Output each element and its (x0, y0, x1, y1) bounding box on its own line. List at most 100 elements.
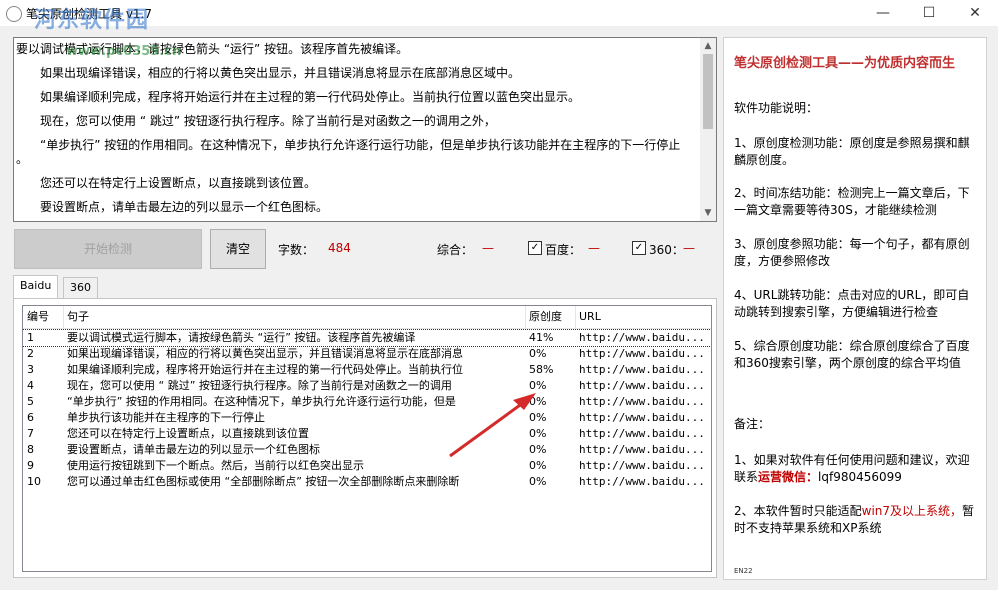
info-panel: 笔尖原创检测工具——为优质内容而生 软件功能说明： 1、原创度检测功能：原创度是… (723, 37, 987, 580)
baidu-checkbox[interactable]: ✓ (528, 241, 542, 255)
row-num: 8 (27, 443, 34, 456)
table-row[interactable]: 8 要设置断点，请单击最左边的列以显示一个红色图标 0% http://www.bai… (23, 442, 711, 458)
editor-scrollbar[interactable]: ▲ ▼ (700, 38, 716, 221)
row-url[interactable]: http://www.baidu... (579, 458, 709, 474)
row-url[interactable]: http://www.baidu... (579, 442, 709, 458)
column-header-sentence[interactable]: 句子 (63, 306, 526, 328)
row-originality: 0% (529, 379, 547, 392)
title-bar: 笔尖原创检测工具 v1.7 河东软件园 — ☐ ✕ (0, 0, 998, 33)
feature-item: 4、URL跳转功能：点击对应的URL，即可自动跳转到搜索引擎，方便编辑进行检查 (734, 288, 970, 319)
row-num: 6 (27, 411, 34, 424)
column-header-num[interactable]: 编号 (23, 306, 64, 328)
table-row[interactable]: 1 要以调试模式运行脚本，请按绿色箭头 “运行” 按钮。该程序首先被编译 41% ht… (23, 329, 711, 347)
row-url[interactable]: http://www.baidu... (579, 410, 709, 426)
results-panel: 编号 句子 原创度 URL 1 要以调试模式运行脚本，请按绿色箭头 “运行” 按钮… (13, 298, 717, 578)
editor-line: 如果出现编译错误，相应的行将以黄色突出显示，并且错误消息将显示在底部消息区域中。 (40, 66, 521, 80)
clear-button[interactable]: 清空 (210, 229, 266, 269)
row-originality: 0% (529, 395, 547, 408)
table-row[interactable]: 5 “单步执行” 按钮的作用相同。在这种情况下，单步执行允许逐行运行功能，但是 0%… (23, 394, 711, 410)
overall-value: — (482, 241, 494, 255)
editor-line: “单步执行” 按钮的作用相同。在这种情况下，单步执行允许逐行运行功能，但是单步执… (40, 138, 681, 152)
row-url[interactable]: http://www.baidu... (579, 378, 709, 394)
results-table[interactable]: 编号 句子 原创度 URL 1 要以调试模式运行脚本，请按绿色箭头 “运行” 按钮… (22, 305, 712, 572)
row-num: 5 (27, 395, 34, 408)
editor-line: 现在，您可以使用 “ 跳过” 按钮逐行执行程序。除了当前行是对函数之一的调用之外… (40, 114, 496, 128)
scroll-thumb[interactable] (703, 54, 713, 129)
note-1: 1、如果对软件有任何使用问题和建议，欢迎联系运营微信：lqf980456099 (734, 452, 980, 486)
close-button[interactable]: ✕ (952, 0, 998, 26)
row-sentence: “单步执行” 按钮的作用相同。在这种情况下，单步执行允许逐行运行功能，但是 (67, 395, 456, 408)
table-row[interactable]: 3 如果编译顺利完成，程序将开始运行并在主过程的第一行代码处停止。当前执行位 58%… (23, 362, 711, 378)
overall-label: 综合： (437, 243, 474, 257)
row-num: 4 (27, 379, 34, 392)
row-sentence: 要以调试模式运行脚本，请按绿色箭头 “运行” 按钮。该程序首先被编译 (67, 331, 416, 344)
start-detect-button[interactable]: 开始检测 (14, 229, 202, 269)
watermark-logo: 河东软件园 (34, 8, 150, 33)
row-originality: 41% (529, 331, 554, 344)
row-num: 3 (27, 363, 34, 376)
s360-checkbox[interactable]: ✓ (632, 241, 646, 255)
table-row[interactable]: 2 如果出现编译错误，相应的行将以黄色突出显示，并且错误消息将显示在底部消息 0% h… (23, 346, 711, 362)
tab-360[interactable]: 360 (63, 277, 98, 298)
note2-text: 2、本软件暂时只能适配 (734, 504, 862, 518)
row-url[interactable]: http://www.baidu... (579, 346, 709, 362)
row-num: 1 (27, 331, 34, 344)
table-row[interactable]: 7 您还可以在特定行上设置断点，以直接跳到该位置 0% http://www.baid… (23, 426, 711, 442)
row-originality: 0% (529, 443, 547, 456)
row-url[interactable]: http://www.baidu... (579, 474, 709, 490)
row-url[interactable]: http://www.baidu... (579, 426, 709, 442)
editor-line: 。 (16, 152, 29, 166)
note-2: 2、本软件暂时只能适配win7及以上系统，暂时不支持苹果系统和XP系统 (734, 503, 980, 537)
info-title: 笔尖原创检测工具——为优质内容而生 (734, 56, 956, 71)
column-header-url[interactable]: URL (575, 306, 711, 328)
column-header-originality[interactable]: 原创度 (525, 306, 576, 328)
info-heading: 软件功能说明： (734, 101, 819, 115)
wordcount-label: 字数： (278, 243, 315, 257)
row-originality: 0% (529, 411, 547, 424)
maximize-button[interactable]: ☐ (906, 0, 952, 26)
table-row[interactable]: 9 使用运行按钮跳到下一个断点。然后，当前行以红色突出显示 0% http://www… (23, 458, 711, 474)
row-url[interactable]: http://www.baidu... (579, 330, 709, 346)
app-icon (6, 6, 22, 22)
baidu-value: — (588, 241, 600, 255)
note2-highlight: win7及以上系统， (861, 504, 963, 518)
footer-badge: EN22 (734, 567, 753, 575)
table-row[interactable]: 6 单步执行该功能并在主程序的下一行停止 0% http://www.baidu... (23, 410, 711, 426)
s360-value: — (683, 241, 695, 255)
table-row[interactable]: 10 您可以通过单击红色图标或使用 “全部删除断点” 按钮一次全部删除断点来删除断… (23, 474, 711, 490)
feature-item: 2、时间冻结功能：检测完上一篇文章后，下一篇文章需要等待30S，才能继续检测 (734, 186, 970, 217)
row-num: 7 (27, 427, 34, 440)
scroll-down-icon[interactable]: ▼ (700, 205, 716, 221)
row-num: 9 (27, 459, 34, 472)
editor-line: 您还可以在特定行上设置断点，以直接跳到该位置。 (40, 176, 317, 190)
row-sentence: 现在，您可以使用 “ 跳过” 按钮逐行执行程序。除了当前行是对函数之一的调用 (67, 379, 452, 392)
row-originality: 0% (529, 459, 547, 472)
row-sentence: 使用运行按钮跳到下一个断点。然后，当前行以红色突出显示 (67, 459, 364, 472)
row-originality: 0% (529, 427, 547, 440)
table-row[interactable]: 4 现在，您可以使用 “ 跳过” 按钮逐行执行程序。除了当前行是对函数之一的调用 0… (23, 378, 711, 394)
baidu-label: 百度： (545, 243, 582, 257)
row-sentence: 您还可以在特定行上设置断点，以直接跳到该位置 (67, 427, 309, 440)
note1-wechat-id: lqf980456099 (818, 470, 902, 484)
row-sentence: 如果出现编译错误，相应的行将以黄色突出显示，并且错误消息将显示在底部消息 (67, 347, 463, 360)
feature-item: 1、原创度检测功能：原创度是参照易撰和麒麟原创度。 (734, 136, 970, 167)
row-url[interactable]: http://www.baidu... (579, 394, 709, 410)
row-sentence: 单步执行该功能并在主程序的下一行停止 (67, 411, 265, 424)
minimize-button[interactable]: — (860, 0, 906, 26)
s360-label: 360： (649, 243, 684, 257)
text-input-area[interactable]: 要以调试模式运行脚本，请按绿色箭头 “运行” 按钮。该程序首先被编译。 如果出现… (13, 37, 717, 222)
row-originality: 0% (529, 347, 547, 360)
row-originality: 58% (529, 363, 554, 376)
row-sentence: 您可以通过单击红色图标或使用 “全部删除断点” 按钮一次全部删除断点来删除断 (67, 475, 460, 488)
row-originality: 0% (529, 475, 547, 488)
row-url[interactable]: http://www.baidu... (579, 362, 709, 378)
editor-line: 如果编译顺利完成，程序将开始运行并在主过程的第一行代码处停止。当前执行位置以蓝色… (40, 90, 581, 104)
note1-wechat-label: 运营微信： (758, 470, 819, 484)
scroll-up-icon[interactable]: ▲ (700, 38, 716, 54)
watermark-url: www.pc0359.cn (66, 44, 182, 59)
tab-baidu[interactable]: Baidu (13, 275, 59, 298)
row-num: 10 (27, 475, 41, 488)
row-sentence: 如果编译顺利完成，程序将开始运行并在主过程的第一行代码处停止。当前执行位 (67, 363, 463, 376)
wordcount-value: 484 (328, 241, 351, 255)
table-header: 编号 句子 原创度 URL (23, 306, 711, 329)
